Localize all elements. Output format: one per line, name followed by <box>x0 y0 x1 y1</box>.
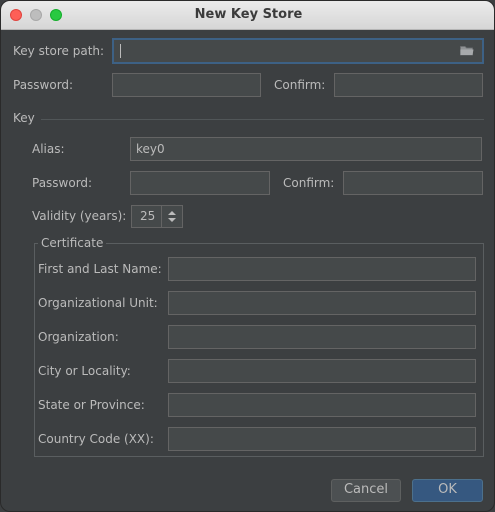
city-locality-label: City or Locality: <box>38 364 131 378</box>
city-locality-input[interactable] <box>168 359 476 383</box>
certificate-group-label: Certificate <box>38 236 107 250</box>
key-confirm-label: Confirm: <box>283 176 335 190</box>
key-confirm-input[interactable] <box>343 171 483 195</box>
folder-icon[interactable] <box>460 45 474 56</box>
title-bar: New Key Store <box>1 1 494 30</box>
key-password-label: Password: <box>32 176 93 190</box>
validity-label: Validity (years): <box>32 209 127 223</box>
state-province-input[interactable] <box>168 393 476 417</box>
validity-value: 25 <box>140 209 156 223</box>
keystore-password-label: Password: <box>13 78 74 92</box>
organizational-unit-input[interactable] <box>168 291 476 315</box>
key-section-label: Key <box>13 111 35 125</box>
alias-input[interactable]: key0 <box>130 137 482 161</box>
keystore-confirm-input[interactable] <box>334 73 483 97</box>
state-province-label: State or Province: <box>38 398 145 412</box>
keystore-confirm-label: Confirm: <box>274 78 326 92</box>
organization-input[interactable] <box>168 325 476 349</box>
new-key-store-dialog: New Key Store Key store path: Password: … <box>0 0 495 512</box>
key-store-path-label: Key store path: <box>13 44 105 58</box>
key-password-input[interactable] <box>130 171 270 195</box>
country-code-input[interactable] <box>168 427 476 451</box>
country-code-label: Country Code (XX): <box>38 432 154 446</box>
alias-label: Alias: <box>32 142 65 156</box>
up-down-arrows-icon[interactable] <box>161 206 182 227</box>
first-last-name-input[interactable] <box>168 257 476 281</box>
validity-spinner[interactable]: 25 <box>131 205 183 228</box>
cancel-button[interactable]: Cancel <box>331 479 401 502</box>
key-store-path-input[interactable] <box>112 38 484 64</box>
text-caret <box>120 44 121 58</box>
window-title: New Key Store <box>194 7 303 22</box>
ok-button[interactable]: OK <box>412 479 483 502</box>
key-section-separator <box>41 119 484 120</box>
organizational-unit-label: Organizational Unit: <box>38 296 158 310</box>
first-last-name-label: First and Last Name: <box>38 262 162 276</box>
organization-label: Organization: <box>38 330 119 344</box>
keystore-password-input[interactable] <box>112 73 261 97</box>
